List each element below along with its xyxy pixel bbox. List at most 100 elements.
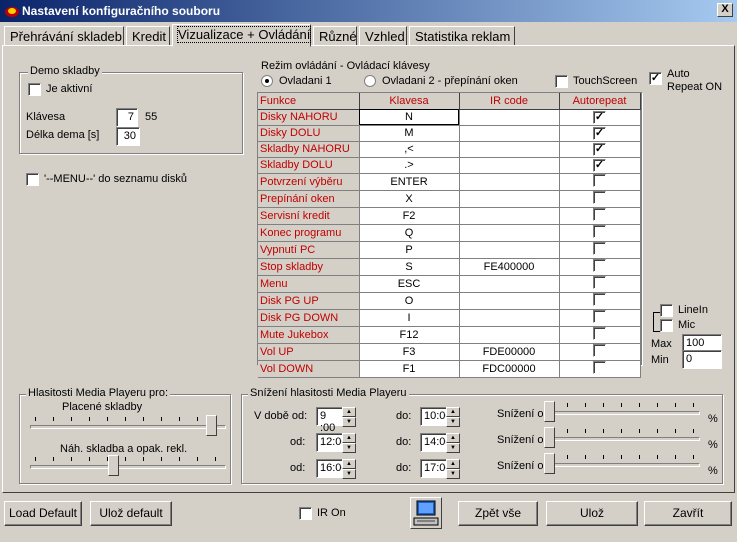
key-cell[interactable]: P [359, 241, 460, 259]
slider-thumb[interactable] [107, 455, 119, 476]
to-time-input[interactable]: 17:00 [420, 459, 452, 478]
autorepeat-checkbox[interactable] [593, 275, 606, 289]
ir-code-cell[interactable] [459, 292, 560, 310]
spin-down-icon[interactable]: ▼ [446, 443, 460, 453]
autorepeat-cell[interactable]: ✓ [559, 157, 641, 174]
autorepeat-checkbox[interactable] [593, 190, 606, 204]
autorepeat-cell[interactable]: ✓ [559, 109, 641, 126]
to-time-spinner[interactable]: 17:00 ▲ ▼ [420, 459, 460, 479]
key-cell[interactable]: F12 [359, 326, 460, 344]
ir-code-cell[interactable] [459, 309, 560, 327]
ir-code-cell[interactable]: FDE00000 [459, 343, 560, 361]
grid-header[interactable]: Klavesa [359, 93, 460, 110]
to-time-spinner[interactable]: 10:00 ▲ ▼ [420, 407, 460, 427]
spin-down-icon[interactable]: ▼ [446, 469, 460, 479]
autorepeat-checkbox[interactable] [593, 292, 606, 306]
autorepeat-checkbox[interactable] [593, 224, 606, 238]
to-time-input[interactable]: 10:00 [420, 407, 452, 426]
tab-1[interactable]: Kredit [126, 26, 170, 46]
key-cell[interactable]: F2 [359, 207, 460, 225]
key-cell[interactable]: ENTER [359, 173, 460, 191]
tab-0[interactable]: Přehrávání skladeb [4, 26, 124, 46]
spin-up-icon[interactable]: ▲ [342, 459, 356, 469]
autorepeat-checkbox[interactable]: ✓ [593, 158, 606, 172]
close-button[interactable]: Zavřít [644, 501, 732, 526]
ir-code-cell[interactable] [459, 190, 560, 208]
autorepeat-checkbox[interactable] [593, 241, 606, 255]
key-cell[interactable]: F1 [359, 360, 460, 378]
spin-up-icon[interactable]: ▲ [446, 407, 460, 417]
min-input[interactable]: 0 [682, 350, 722, 369]
random-volume-slider[interactable] [30, 455, 226, 485]
autorepeat-cell[interactable] [559, 326, 641, 344]
key-cell[interactable]: O [359, 292, 460, 310]
autorepeat-cell[interactable]: ✓ [559, 141, 641, 158]
ir-code-cell[interactable] [459, 157, 560, 174]
autorepeat-checkbox[interactable]: ✓ [593, 142, 606, 156]
autorepeat-checkbox[interactable] [593, 258, 606, 272]
key-cell[interactable]: I [359, 309, 460, 327]
slider-thumb[interactable] [544, 401, 555, 422]
slider-thumb[interactable] [205, 415, 217, 436]
key-cell[interactable]: X [359, 190, 460, 208]
autorepeat-checkbox[interactable] [593, 343, 606, 357]
mic-checkbox[interactable] [660, 319, 673, 332]
autorepeat-cell[interactable] [559, 309, 641, 327]
autorepeat-checkbox[interactable] [593, 360, 606, 374]
ir-code-cell[interactable] [459, 326, 560, 344]
grid-header[interactable]: IR code [459, 93, 560, 110]
ir-code-cell[interactable] [459, 173, 560, 191]
keyboard-icon[interactable] [410, 497, 442, 529]
ir-code-cell[interactable] [459, 241, 560, 259]
autorepeat-cell[interactable] [559, 173, 641, 191]
ir-code-cell[interactable]: FE400000 [459, 258, 560, 276]
grid-header[interactable]: Autorepeat [559, 93, 641, 110]
spin-down-icon[interactable]: ▼ [446, 417, 460, 427]
key-cell[interactable]: .> [359, 157, 460, 174]
tab-5[interactable]: Statistika reklam [409, 26, 515, 46]
to-time-input[interactable]: 14:00 [420, 433, 452, 452]
reduce-slider[interactable] [544, 453, 700, 483]
demo-length-input[interactable]: 30 [116, 127, 140, 146]
autorepeat-checkbox[interactable]: ✓ [593, 126, 606, 140]
spin-up-icon[interactable]: ▲ [342, 433, 356, 443]
slider-thumb[interactable] [544, 453, 555, 474]
autorepeat-checkbox[interactable] [593, 207, 606, 221]
close-icon[interactable]: X [717, 3, 733, 17]
demo-key-input[interactable]: 7 [116, 108, 138, 127]
from-time-input[interactable]: 9 :00 [316, 407, 344, 434]
tab-2[interactable]: Vizualizace + Ovládání [172, 24, 312, 47]
autorepeat-cell[interactable] [559, 241, 641, 259]
autorepeat-cell[interactable] [559, 207, 641, 225]
menu-in-list-checkbox[interactable] [26, 173, 39, 186]
from-time-spinner[interactable]: 12:00 ▲ ▼ [316, 433, 356, 453]
grid-header[interactable]: Funkce [258, 93, 360, 110]
autorepeat-cell[interactable] [559, 275, 641, 293]
autorepeat-cell[interactable] [559, 190, 641, 208]
save-default-button[interactable]: Ulož default [90, 501, 172, 526]
auto-repeat-checkbox[interactable]: ✓ [649, 72, 662, 85]
autorepeat-cell[interactable] [559, 360, 641, 378]
spin-down-icon[interactable]: ▼ [342, 417, 356, 427]
autorepeat-cell[interactable] [559, 292, 641, 310]
slider-thumb[interactable] [544, 427, 555, 448]
spin-up-icon[interactable]: ▲ [446, 433, 460, 443]
autorepeat-checkbox[interactable]: ✓ [593, 110, 606, 124]
from-time-spinner[interactable]: 16:00 ▲ ▼ [316, 459, 356, 479]
tab-4[interactable]: Vzhled [359, 26, 407, 46]
ir-code-cell[interactable] [459, 125, 560, 142]
spin-down-icon[interactable]: ▼ [342, 443, 356, 453]
to-time-spinner[interactable]: 14:00 ▲ ▼ [420, 433, 460, 453]
from-time-input[interactable]: 12:00 [316, 433, 348, 452]
key-cell[interactable]: ,< [359, 141, 460, 158]
load-default-button[interactable]: Load Default [4, 501, 82, 526]
ir-code-cell[interactable] [459, 275, 560, 293]
from-time-input[interactable]: 16:00 [316, 459, 348, 478]
save-button[interactable]: Ulož [546, 501, 638, 526]
mode2-radio[interactable] [364, 75, 376, 87]
key-cell[interactable]: N [359, 109, 460, 126]
key-cell[interactable]: F3 [359, 343, 460, 361]
autorepeat-checkbox[interactable] [593, 326, 606, 340]
autorepeat-cell[interactable]: ✓ [559, 125, 641, 142]
spin-down-icon[interactable]: ▼ [342, 469, 356, 479]
